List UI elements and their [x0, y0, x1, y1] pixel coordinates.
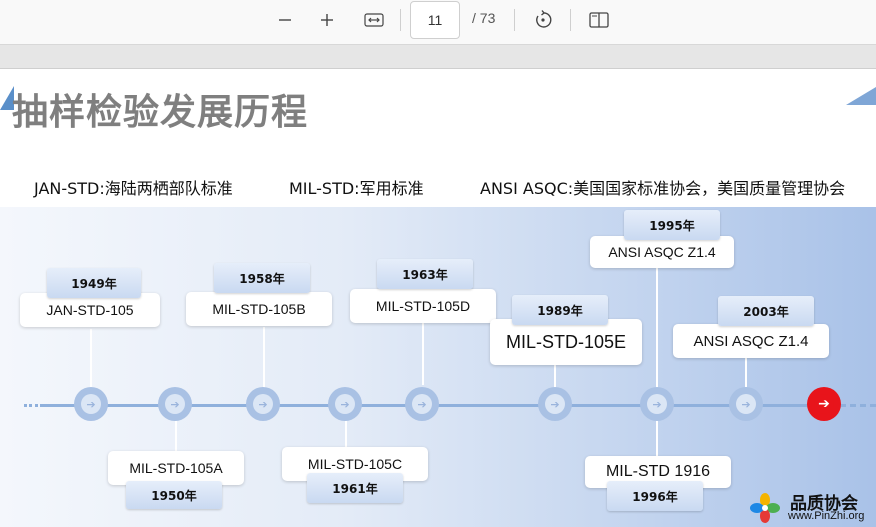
milestone-standard: ANSI ASQC Z1.4	[590, 236, 734, 268]
arrow-right-icon: ➔	[736, 394, 756, 414]
slide-page: 抽样检验发展历程 JAN-STD:海陆两栖部队标准 MIL-STD:军用标准 A…	[0, 68, 876, 527]
milestone-standard: MIL-STD-105B	[186, 292, 332, 326]
milestone-year: 1996年	[607, 481, 703, 511]
pinzhi-logo: 品质协会 www.PinZhi.org	[750, 491, 876, 527]
connector-line	[90, 329, 92, 389]
flower-logo-icon	[750, 493, 780, 523]
milestone-year: 1949年	[47, 268, 141, 298]
definition-mil-std: MIL-STD:军用标准	[289, 179, 424, 198]
page-total: / 73	[472, 10, 496, 26]
corner-decoration	[846, 87, 876, 105]
milestone-year: 1950年	[126, 481, 222, 509]
page-view-icon	[589, 12, 609, 28]
arrow-right-icon: ➔	[81, 394, 101, 414]
zoom-in-button[interactable]	[314, 6, 340, 34]
connector-line	[263, 327, 265, 389]
page-view-button[interactable]	[586, 6, 612, 34]
milestone-year: 2003年	[718, 296, 814, 326]
plus-icon	[321, 14, 333, 26]
fit-width-button[interactable]	[360, 6, 388, 34]
rotate-icon	[536, 10, 552, 28]
slide-title: 抽样检验发展历程	[12, 92, 309, 133]
milestone-year: 1958年	[214, 263, 310, 293]
milestone-standard: ANSI ASQC Z1.4	[673, 324, 829, 358]
milestone-year: 1989年	[512, 295, 608, 325]
logo-url: www.PinZhi.org	[788, 510, 865, 522]
zoom-out-button[interactable]	[272, 6, 298, 34]
arrow-right-icon: ➔	[545, 394, 565, 414]
arrow-right-icon: ➔	[335, 394, 355, 414]
current-page: 11	[427, 12, 443, 28]
arrow-right-icon: ➔	[253, 394, 273, 414]
timeline-end	[840, 404, 876, 407]
milestone-standard: JAN-STD-105	[20, 293, 160, 327]
timeline-node: ➔	[74, 387, 108, 421]
timeline-node: ➔	[640, 387, 674, 421]
toolbar-divider	[400, 9, 401, 31]
rotate-button[interactable]	[530, 6, 556, 34]
pdf-toolbar: 11 / 73	[0, 0, 876, 45]
arrow-right-icon: ➔	[412, 394, 432, 414]
definition-jan-std: JAN-STD:海陆两栖部队标准	[34, 179, 233, 198]
connector-line	[554, 365, 556, 389]
connector-line	[745, 355, 747, 387]
timeline-node: ➔	[729, 387, 763, 421]
toolbar-divider	[514, 9, 515, 31]
definition-ansi-asqc: ANSI ASQC:美国国家标准协会，美国质量管理协会	[480, 179, 846, 198]
toolbar-divider	[570, 9, 571, 31]
viewer-background	[0, 45, 876, 68]
milestone-year: 1961年	[307, 473, 403, 503]
page-number-input[interactable]: 11	[410, 1, 460, 39]
fit-width-icon	[364, 13, 384, 27]
connector-line	[422, 323, 424, 385]
minus-icon	[279, 19, 291, 21]
timeline-node: ➔	[538, 387, 572, 421]
milestone-standard: MIL-STD-105E	[490, 319, 642, 365]
timeline-node: ➔	[328, 387, 362, 421]
milestone-standard: MIL-STD-105D	[350, 289, 496, 323]
milestone-year: 1963年	[377, 259, 473, 289]
timeline-end-node: ➔	[807, 387, 841, 421]
arrow-right-icon: ➔	[165, 394, 185, 414]
timeline-node: ➔	[405, 387, 439, 421]
arrow-right-icon: ➔	[814, 394, 834, 414]
timeline-node: ➔	[158, 387, 192, 421]
connector-line	[656, 267, 658, 461]
milestone-year: 1995年	[624, 210, 720, 240]
timeline-node: ➔	[246, 387, 280, 421]
milestone-standard: MIL-STD-105A	[108, 451, 244, 485]
arrow-right-icon: ➔	[647, 394, 667, 414]
